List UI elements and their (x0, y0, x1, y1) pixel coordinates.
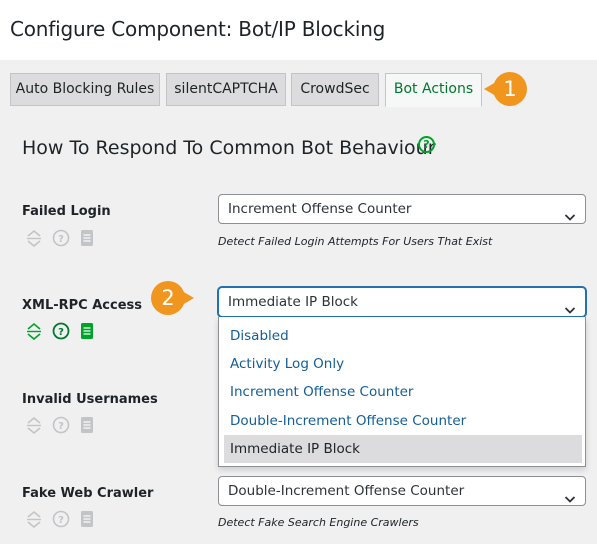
row-label-fake-web-crawler: Fake Web Crawler (22, 486, 154, 501)
step-badge-2: 2 (151, 281, 194, 315)
expand-collapse-icon[interactable] (25, 510, 43, 528)
option-activity-log-only[interactable]: Activity Log Only (224, 350, 582, 378)
section-title: How To Respond To Common Bot Behaviour (22, 137, 436, 159)
chevron-down-icon (564, 204, 576, 232)
svg-text:?: ? (58, 421, 64, 432)
expand-collapse-icon[interactable] (25, 229, 43, 247)
row-label-invalid-usernames: Invalid Usernames (22, 392, 158, 407)
row-icons-failed-login: ? (25, 229, 105, 249)
select-value: Immediate IP Block (228, 294, 358, 310)
svg-text:?: ? (58, 327, 64, 338)
tab-auto-blocking-rules[interactable]: Auto Blocking Rules (10, 73, 160, 106)
row-icons-fake-web-crawler: ? (25, 510, 105, 530)
expand-collapse-icon[interactable] (25, 322, 43, 340)
page-header: Configure Component: Bot/IP Blocking (0, 0, 597, 60)
fake-web-crawler-description: Detect Fake Search Engine Crawlers (218, 516, 419, 529)
option-disabled[interactable]: Disabled (224, 322, 582, 350)
select-value: Double-Increment Offense Counter (228, 483, 465, 499)
row-label-failed-login: Failed Login (22, 204, 111, 219)
document-icon[interactable] (80, 322, 94, 340)
document-icon[interactable] (80, 510, 94, 528)
tab-silentcaptcha[interactable]: silentCAPTCHA (166, 73, 286, 106)
help-icon[interactable]: ? (52, 416, 70, 434)
svg-text:?: ? (58, 515, 64, 526)
tab-bar: Auto Blocking Rules silentCAPTCHA CrowdS… (0, 60, 597, 124)
row-label-xml-rpc-access: XML-RPC Access (22, 298, 143, 313)
help-icon[interactable]: ? (52, 510, 70, 528)
failed-login-description: Detect Failed Login Attempts For Users T… (218, 235, 493, 248)
step-badge-1: 1 (484, 72, 527, 106)
document-icon[interactable] (80, 229, 94, 247)
chevron-down-icon (564, 486, 576, 514)
page-title: Configure Component: Bot/IP Blocking (10, 17, 386, 41)
row-icons-xml-rpc-access: ? (25, 322, 105, 342)
option-double-increment-offense-counter[interactable]: Double-Increment Offense Counter (224, 407, 582, 435)
select-value: Increment Offense Counter (228, 201, 412, 217)
help-icon[interactable]: ? (52, 229, 70, 247)
tab-bot-actions[interactable]: Bot Actions (385, 73, 482, 107)
document-icon[interactable] (80, 416, 94, 434)
option-immediate-ip-block[interactable]: Immediate IP Block (224, 435, 582, 463)
expand-collapse-icon[interactable] (25, 416, 43, 434)
row-icons-invalid-usernames: ? (25, 416, 105, 436)
option-increment-offense-counter[interactable]: Increment Offense Counter (224, 378, 582, 406)
svg-text:?: ? (58, 234, 64, 245)
failed-login-select[interactable]: Increment Offense Counter (218, 194, 586, 224)
help-icon[interactable]: ? (418, 136, 435, 153)
help-icon[interactable]: ? (52, 322, 70, 340)
xml-rpc-access-options: Disabled Activity Log Only Increment Off… (218, 317, 586, 467)
fake-web-crawler-select[interactable]: Double-Increment Offense Counter (218, 476, 586, 506)
tab-crowdsec[interactable]: CrowdSec (291, 73, 379, 106)
xml-rpc-access-select[interactable]: Immediate IP Block (218, 287, 586, 317)
